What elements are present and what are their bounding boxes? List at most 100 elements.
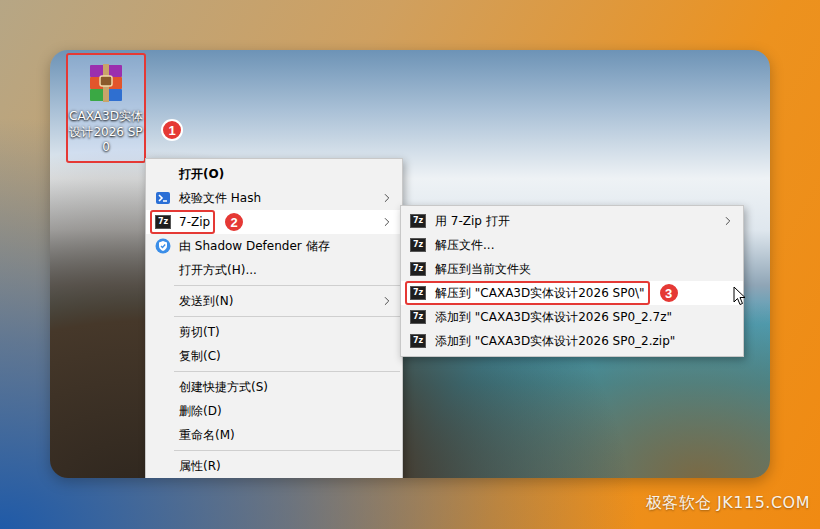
submenu-item[interactable]: 7z 解压到 "CAXA3D实体设计2026 SP0\" 3 bbox=[401, 281, 743, 305]
submenu-icon-slot: 7z bbox=[410, 333, 426, 349]
menu-icon-slot bbox=[155, 262, 171, 278]
menu-item[interactable]: 7z7-Zip 2 bbox=[146, 210, 402, 234]
submenu-arrow-icon bbox=[380, 294, 394, 308]
menu-item-label: 剪切(T) bbox=[150, 320, 225, 344]
menu-icon-slot: 7z bbox=[155, 214, 171, 230]
sevenzip-icon: 7z bbox=[410, 238, 426, 252]
submenu-item-text: 添加到 "CAXA3D实体设计2026 SP0_2.zip" bbox=[435, 333, 675, 349]
menu-icon-slot bbox=[155, 427, 171, 443]
menu-separator bbox=[174, 316, 400, 317]
menu-item-text: 复制(C) bbox=[179, 348, 221, 364]
sevenzip-icon: 7z bbox=[410, 214, 426, 228]
submenu-item-label: 7z 添加到 "CAXA3D实体设计2026 SP0_2.zip" bbox=[405, 329, 680, 353]
submenu-item-label: 7z 用 7-Zip 打开 bbox=[405, 209, 515, 233]
menu-icon-slot bbox=[155, 190, 171, 206]
menu-icon-slot bbox=[155, 348, 171, 364]
menu-item[interactable]: 复制(C) bbox=[146, 344, 402, 368]
menu-icon-slot bbox=[155, 166, 171, 182]
menu-icon-slot bbox=[155, 238, 171, 254]
desktop-file[interactable]: CAXA3D实体设计2026 SP0 bbox=[66, 53, 146, 163]
watermark-row: 极客软仓 JK115.COM bbox=[50, 478, 770, 529]
mouse-cursor-icon bbox=[733, 286, 747, 306]
menu-item-text: 属性(R) bbox=[179, 458, 221, 474]
context-menu: 打开(O) 校验文件 Hash 7z7-Zip 2 由 Shadow Defender … bbox=[145, 158, 403, 478]
menu-icon-slot bbox=[155, 379, 171, 395]
step-badge: 2 bbox=[223, 211, 245, 233]
menu-item-text: 打开方式(H)... bbox=[179, 262, 257, 278]
submenu-item-text: 解压到当前文件夹 bbox=[435, 261, 531, 277]
menu-item-text: 校验文件 Hash bbox=[179, 190, 261, 206]
submenu-item[interactable]: 7z 解压文件... bbox=[401, 233, 743, 257]
submenu-item-label: 7z 添加到 "CAXA3D实体设计2026 SP0_2.7z" bbox=[405, 305, 677, 329]
submenu-arrow-icon bbox=[721, 214, 735, 228]
menu-item[interactable]: 由 Shadow Defender 储存 bbox=[146, 234, 402, 258]
menu-item-text: 重命名(M) bbox=[179, 427, 235, 443]
shield-icon bbox=[155, 238, 171, 254]
sevenzip-submenu: 7z 用 7-Zip 打开 7z 解压文件... 7z 解压到当前文件夹 7z 解压到 "CA… bbox=[400, 205, 744, 357]
menu-separator bbox=[174, 371, 400, 372]
menu-separator bbox=[174, 285, 400, 286]
submenu-icon-slot: 7z bbox=[410, 261, 426, 277]
menu-item-label: 删除(D) bbox=[150, 399, 227, 423]
menu-icon-slot bbox=[155, 293, 171, 309]
menu-icon-slot bbox=[155, 458, 171, 474]
menu-icon-slot bbox=[155, 403, 171, 419]
menu-item-text: 创建快捷方式(S) bbox=[179, 379, 268, 395]
submenu-item-label: 7z 解压文件... bbox=[405, 233, 499, 257]
hash-icon bbox=[155, 190, 171, 206]
submenu-icon-slot: 7z bbox=[410, 237, 426, 253]
submenu-item-label: 7z 解压到当前文件夹 bbox=[405, 257, 536, 281]
menu-item-text: 剪切(T) bbox=[179, 324, 220, 340]
cursor-wrap bbox=[733, 286, 747, 306]
submenu-icon-slot: 7z bbox=[410, 285, 426, 301]
menu-item[interactable]: 校验文件 Hash bbox=[146, 186, 402, 210]
sevenzip-icon: 7z bbox=[410, 310, 426, 324]
menu-item[interactable]: 剪切(T) bbox=[146, 320, 402, 344]
menu-item-text: 由 Shadow Defender 储存 bbox=[179, 238, 330, 254]
sevenzip-icon: 7z bbox=[410, 286, 426, 300]
menu-item[interactable]: 打开(O) bbox=[146, 162, 402, 186]
menu-item-label: 复制(C) bbox=[150, 344, 226, 368]
step-badge: 1 bbox=[161, 119, 183, 141]
menu-item-text: 删除(D) bbox=[179, 403, 222, 419]
submenu-icon-slot: 7z bbox=[410, 213, 426, 229]
menu-item[interactable]: 属性(R) bbox=[146, 454, 402, 478]
submenu-arrow-icon bbox=[380, 215, 394, 229]
menu-item[interactable]: 重命名(M) bbox=[146, 423, 402, 447]
desktop-file-label: CAXA3D实体设计2026 SP0 bbox=[69, 109, 143, 156]
menu-icon-slot bbox=[155, 324, 171, 340]
menu-item-label: 7z7-Zip bbox=[150, 210, 215, 234]
submenu-arrow-icon bbox=[380, 191, 394, 205]
menu-item-label: 属性(R) bbox=[150, 454, 226, 478]
desktop-wallpaper: CAXA3D实体设计2026 SP0 1 打开(O) 校验文件 Hash 7z7-Zip… bbox=[50, 50, 770, 478]
sevenzip-icon: 7z bbox=[410, 334, 426, 348]
submenu-item-text: 解压文件... bbox=[435, 237, 494, 253]
menu-separator bbox=[174, 450, 400, 451]
menu-item-label: 由 Shadow Defender 储存 bbox=[150, 234, 335, 258]
menu-item-label: 打开(O) bbox=[150, 162, 229, 186]
menu-item-label: 重命名(M) bbox=[150, 423, 240, 447]
submenu-item[interactable]: 7z 添加到 "CAXA3D实体设计2026 SP0_2.zip" bbox=[401, 329, 743, 353]
submenu-item[interactable]: 7z 添加到 "CAXA3D实体设计2026 SP0_2.7z" bbox=[401, 305, 743, 329]
menu-item-label: 创建快捷方式(S) bbox=[150, 375, 273, 399]
sevenzip-icon: 7z bbox=[155, 215, 171, 229]
menu-item[interactable]: 删除(D) bbox=[146, 399, 402, 423]
submenu-item[interactable]: 7z 解压到当前文件夹 bbox=[401, 257, 743, 281]
menu-item[interactable]: 发送到(N) bbox=[146, 289, 402, 313]
step-badge: 3 bbox=[658, 282, 680, 304]
archive-file-icon bbox=[84, 61, 128, 105]
submenu-item-text: 用 7-Zip 打开 bbox=[435, 213, 510, 229]
watermark: 极客软仓 JK115.COM bbox=[646, 493, 811, 514]
menu-item-text: 发送到(N) bbox=[179, 293, 233, 309]
menu-item[interactable]: 打开方式(H)... bbox=[146, 258, 402, 282]
screen: CAXA3D实体设计2026 SP0 1 打开(O) 校验文件 Hash 7z7-Zip… bbox=[0, 0, 820, 529]
menu-item-label: 打开方式(H)... bbox=[150, 258, 262, 282]
submenu-item-text: 解压到 "CAXA3D实体设计2026 SP0\" bbox=[435, 285, 645, 301]
submenu-item-text: 添加到 "CAXA3D实体设计2026 SP0_2.7z" bbox=[435, 309, 672, 325]
submenu-item[interactable]: 7z 用 7-Zip 打开 bbox=[401, 209, 743, 233]
menu-item-label: 校验文件 Hash bbox=[150, 186, 266, 210]
menu-item-text: 打开(O) bbox=[179, 166, 224, 182]
submenu-icon-slot: 7z bbox=[410, 309, 426, 325]
menu-item[interactable]: 创建快捷方式(S) bbox=[146, 375, 402, 399]
submenu-item-label: 7z 解压到 "CAXA3D实体设计2026 SP0\" bbox=[405, 281, 650, 305]
